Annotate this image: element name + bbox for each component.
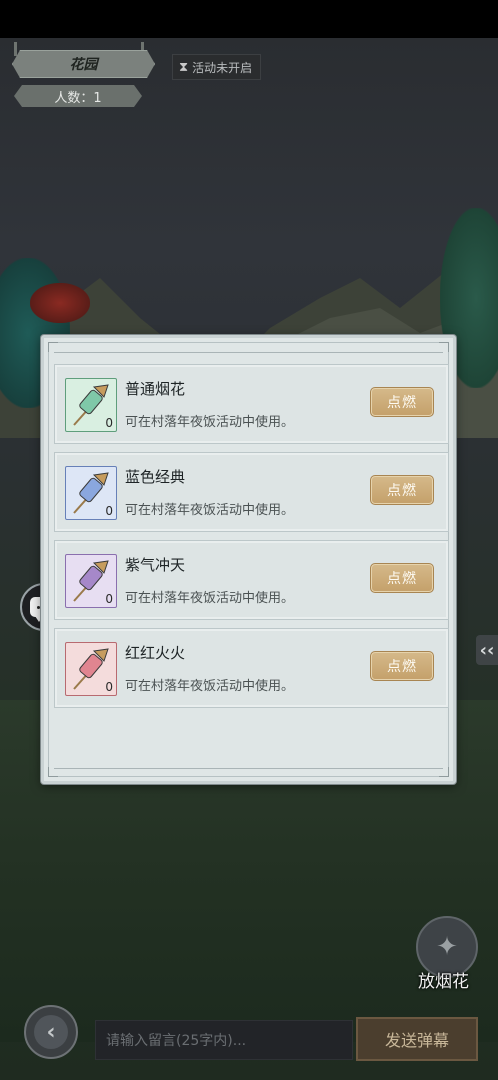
firework-description: 可在村落年夜饭活动中使用。: [125, 679, 295, 694]
send-danmaku-button[interactable]: 发送弹幕: [356, 1017, 478, 1061]
firework-quantity: 0: [105, 504, 113, 518]
firework-description: 可在村落年夜饭活动中使用。: [125, 415, 295, 430]
expand-arrow-icon[interactable]: ‹‹: [476, 635, 498, 665]
firework-thumbnail: 0: [65, 642, 117, 696]
ignite-button[interactable]: 点燃: [370, 563, 434, 593]
message-input[interactable]: 请输入留言(25字内)...: [95, 1020, 353, 1060]
back-button[interactable]: ‹: [24, 1005, 78, 1059]
status-bar: [0, 0, 498, 38]
ignite-button[interactable]: 点燃: [370, 651, 434, 681]
activity-status: ⧗ 活动未开启: [172, 54, 262, 80]
ignite-button[interactable]: 点燃: [370, 387, 434, 417]
firework-item: 0 普通烟花 可在村落年夜饭活动中使用。 点燃: [54, 364, 449, 444]
corner-ornament: [48, 767, 58, 777]
activity-status-text: 活动未开启: [192, 60, 253, 75]
corner-ornament: [439, 342, 449, 352]
firework-thumbnail: 0: [65, 554, 117, 608]
firework-thumbnail: 0: [65, 378, 117, 432]
hourglass-icon: ⧗: [179, 59, 189, 75]
firework-item: 0 红红火火 可在村落年夜饭活动中使用。 点燃: [54, 628, 449, 708]
firework-quantity: 0: [105, 680, 113, 694]
firework-name: 紫气冲天: [125, 556, 186, 574]
corner-ornament: [48, 342, 58, 352]
firework-name: 普通烟花: [125, 380, 186, 398]
firework-name: 红红火火: [125, 644, 186, 662]
panel-divider: [54, 352, 443, 353]
firework-item: 0 紫气冲天 可在村落年夜饭活动中使用。 点燃: [54, 540, 449, 620]
location-name: 花园: [12, 50, 155, 78]
corner-ornament: [439, 767, 449, 777]
firework-quantity: 0: [105, 592, 113, 606]
firework-name: 蓝色经典: [125, 468, 186, 486]
firework-description: 可在村落年夜饭活动中使用。: [125, 591, 295, 606]
red-tree: [30, 283, 90, 323]
firework-launch-label[interactable]: 放烟花: [418, 967, 469, 992]
message-input-placeholder: 请输入留言(25字内)...: [106, 1033, 247, 1049]
firework-item: 0 蓝色经典 可在村落年夜饭活动中使用。 点燃: [54, 452, 449, 532]
ignite-button[interactable]: 点燃: [370, 475, 434, 505]
fireworks-list: 0 普通烟花 可在村落年夜饭活动中使用。 点燃 0 蓝色经典 可在村落年夜饭活动…: [54, 364, 449, 716]
firework-quantity: 0: [105, 416, 113, 430]
fireworks-panel: 0 普通烟花 可在村落年夜饭活动中使用。 点燃 0 蓝色经典 可在村落年夜饭活动…: [41, 335, 456, 784]
firework-description: 可在村落年夜饭活动中使用。: [125, 503, 295, 518]
firework-thumbnail: 0: [65, 466, 117, 520]
sign-post-left: [14, 42, 17, 56]
rocket-icon: ✦: [436, 932, 458, 962]
panel-divider-bottom: [54, 768, 443, 769]
player-count: 人数：1: [14, 85, 142, 107]
chevron-left-icon: ‹: [34, 1015, 68, 1049]
